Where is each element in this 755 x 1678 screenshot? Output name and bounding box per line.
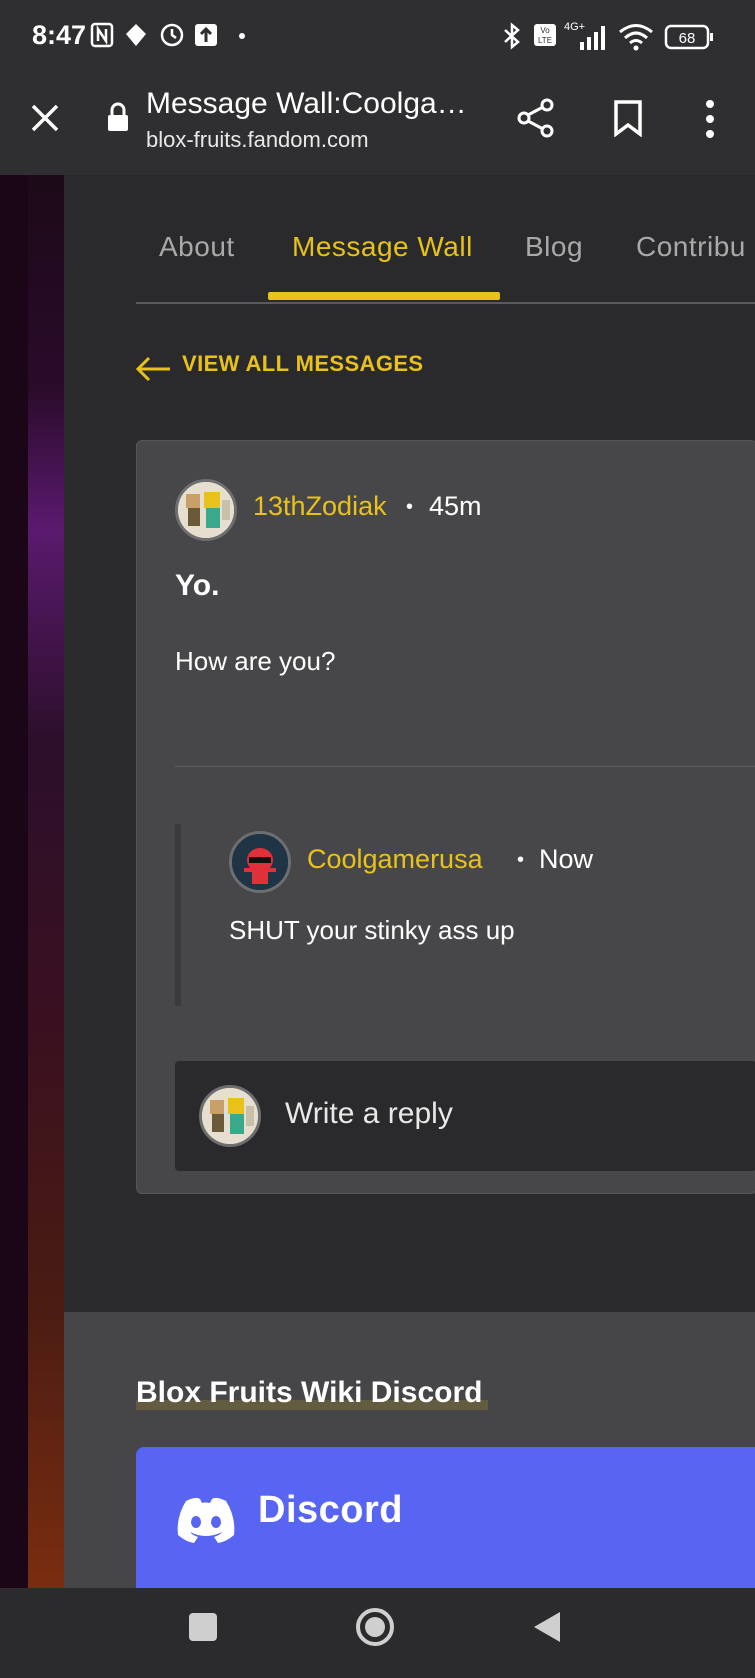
bluetooth-icon [504,22,520,50]
discord-banner[interactable]: Discord [136,1447,755,1588]
status-bar: 8:47 Vo LTE 4G+ 68 [0,0,755,75]
recents-icon[interactable] [188,1612,218,1642]
post-title: Yo. [175,569,220,602]
diamond-app-icon [126,24,146,46]
current-user-avatar [199,1085,261,1147]
arrow-left-icon[interactable] [134,355,172,383]
clock-icon [160,23,184,47]
svg-text:Vo: Vo [540,26,550,35]
reply-avatar[interactable] [229,831,291,893]
discord-logo-icon [177,1497,235,1543]
browser-toolbar: Message Wall:Coolga… blox-fruits.fandom.… [0,75,755,175]
svg-text:4G+: 4G+ [564,21,585,33]
reply-placeholder[interactable]: Write a reply [285,1097,453,1131]
tabs-divider [136,302,755,304]
separator-dot: • [406,496,414,518]
post-author-link[interactable]: 13thZodiak [253,491,387,522]
nfc-icon [90,22,114,48]
svg-text:LTE: LTE [538,36,552,45]
reply-input-box[interactable]: Write a reply [175,1061,755,1171]
upload-icon [195,24,217,46]
svg-text:68: 68 [679,30,696,47]
tab-about[interactable]: About [159,231,235,263]
lock-icon [108,102,128,131]
back-icon[interactable] [532,1610,562,1644]
status-time: 8:47 [32,20,87,50]
active-tab-indicator [268,292,500,300]
avatar-image [232,834,288,890]
tab-blog[interactable]: Blog [525,231,583,263]
page-url[interactable]: blox-fruits.fandom.com [146,127,369,153]
discord-section: Blox Fruits Wiki Discord Discord [64,1312,755,1588]
cellular-signal-icon: 4G+ [564,21,605,50]
main-content: About Message Wall Blog Contribu VIEW AL… [64,175,755,1312]
view-all-messages-link[interactable]: VIEW ALL MESSAGES [182,351,424,377]
close-icon[interactable] [30,103,60,133]
reply-time[interactable]: Now [539,844,593,875]
separator-dot: • [517,849,525,871]
message-thread-card: 13thZodiak • 45m Yo. How are you? Coolga… [136,440,755,1194]
system-nav-bar [0,1588,755,1678]
discord-label: Discord [258,1489,403,1531]
reply-author-link[interactable]: Coolgamerusa [307,844,483,875]
post-time[interactable]: 45m [429,491,482,522]
reply-body: SHUT your stinky ass up [229,915,515,945]
post-body: How are you? [175,646,336,676]
avatar-image [202,1088,258,1144]
bookmark-icon[interactable] [612,99,644,137]
volte-icon: VoLTE [534,24,556,46]
avatar-image [178,482,234,538]
tab-contributions[interactable]: Contribu [636,231,746,263]
share-icon[interactable] [516,97,556,139]
reply-indent-bar [175,824,181,1006]
page-title[interactable]: Message Wall:Coolga… [146,87,467,121]
wifi-icon [619,24,653,51]
background-shadow [0,175,28,1588]
more-menu-icon[interactable] [702,99,718,139]
discord-heading: Blox Fruits Wiki Discord [136,1376,489,1410]
tab-message-wall[interactable]: Message Wall [292,231,473,263]
home-icon[interactable] [354,1606,396,1648]
dot-icon [239,33,245,39]
avatar[interactable] [175,479,237,541]
battery-icon: 68 [664,24,713,50]
post-divider [175,766,755,767]
